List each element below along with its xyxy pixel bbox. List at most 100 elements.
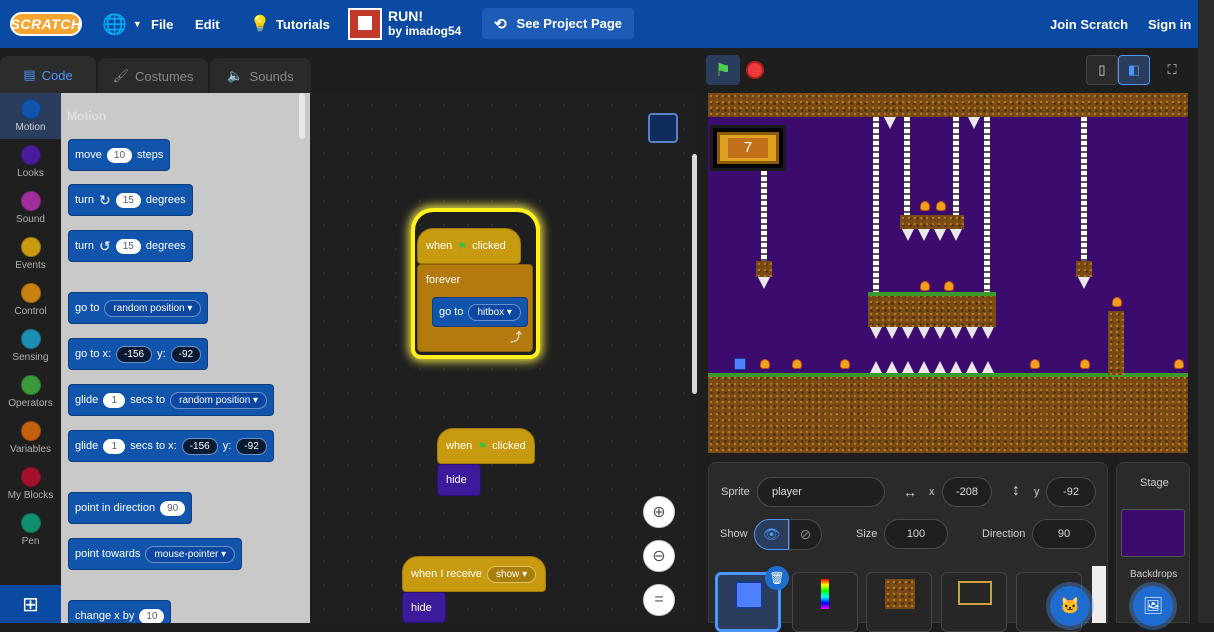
sign-in-link[interactable]: Sign in bbox=[1148, 0, 1191, 48]
normal-stage-button[interactable]: ◧ bbox=[1118, 55, 1150, 85]
show-hidden-button[interactable]: ⊘ bbox=[789, 519, 822, 550]
category-motion[interactable]: Motion bbox=[0, 93, 61, 139]
x-input[interactable]: -156 bbox=[116, 345, 153, 363]
choose-backdrop-button[interactable]: 🖼 bbox=[1133, 586, 1173, 626]
change-x-input[interactable]: 10 bbox=[139, 608, 165, 623]
tutorials-button[interactable]: 💡 Tutorials bbox=[250, 0, 330, 48]
speaker-icon: 🔈 bbox=[227, 68, 244, 83]
go-to-dropdown[interactable]: hitbox ▾ bbox=[468, 303, 521, 321]
stage-thumbnail[interactable] bbox=[1121, 509, 1185, 557]
language-menu[interactable]: 🌐 ▼ bbox=[102, 0, 142, 48]
add-extension-button[interactable]: ⊞ bbox=[0, 585, 61, 623]
tutorials-label: Tutorials bbox=[275, 16, 330, 32]
block-text: degrees bbox=[145, 240, 186, 252]
category-my-blocks[interactable]: My Blocks bbox=[0, 461, 61, 507]
extension-icon: ⊞ bbox=[22, 593, 39, 616]
spike bbox=[982, 361, 994, 373]
page-scrollbar[interactable] bbox=[1198, 0, 1214, 623]
secs-input[interactable]: 1 bbox=[103, 438, 126, 454]
point-direction-block[interactable]: point in direction 90 bbox=[68, 492, 193, 524]
category-events[interactable]: Events bbox=[0, 231, 61, 277]
sprite-name-field[interactable]: player bbox=[757, 477, 885, 507]
when-flag-clicked-hat[interactable]: when ⚑ clicked bbox=[417, 228, 521, 264]
go-to-hitbox-block[interactable]: go to hitbox ▾ bbox=[432, 297, 528, 327]
spike bbox=[934, 229, 946, 241]
zoom-in-button[interactable]: ⊕ bbox=[643, 496, 675, 528]
change-x-block[interactable]: change x by 10 bbox=[68, 600, 172, 623]
y-input[interactable]: -92 bbox=[236, 437, 267, 455]
dropdown-value: hitbox bbox=[477, 306, 505, 318]
hide-block[interactable]: hide bbox=[437, 464, 481, 496]
when-flag-clicked-hat[interactable]: when ⚑ clicked bbox=[437, 428, 535, 464]
go-to-xy-block[interactable]: go to x: -156 y: -92 bbox=[68, 338, 209, 370]
degrees-input[interactable]: 15 bbox=[115, 192, 141, 208]
point-towards-block[interactable]: point towards mouse-pointer ▾ bbox=[68, 538, 243, 570]
category-control[interactable]: Control bbox=[0, 277, 61, 323]
category-pen[interactable]: Pen bbox=[0, 507, 61, 553]
direction-input[interactable]: 90 bbox=[160, 500, 186, 516]
palette-scrollbar[interactable] bbox=[299, 93, 305, 139]
block-text: go to x: bbox=[75, 348, 112, 360]
size-field[interactable]: 100 bbox=[884, 519, 948, 549]
join-scratch-link[interactable]: Join Scratch bbox=[1050, 0, 1128, 48]
sprite-tile[interactable] bbox=[866, 572, 932, 632]
x-input[interactable]: -156 bbox=[181, 437, 218, 455]
hide-block[interactable]: hide bbox=[402, 592, 446, 623]
tab-sounds[interactable]: 🔈 Sounds bbox=[210, 58, 311, 94]
tab-costumes[interactable]: 🖌 Costumes bbox=[98, 58, 208, 94]
go-to-block[interactable]: go to random position ▾ bbox=[68, 292, 209, 324]
chain bbox=[904, 117, 910, 217]
glide-random-block[interactable]: glide 1 secs to random position ▾ bbox=[68, 384, 275, 416]
block-text: clicked bbox=[492, 440, 526, 452]
spike bbox=[758, 277, 770, 289]
secs-input[interactable]: 1 bbox=[103, 392, 126, 408]
code-workspace[interactable] bbox=[312, 93, 698, 623]
stop-button[interactable] bbox=[746, 61, 764, 79]
fullscreen-button[interactable]: ⛶ bbox=[1156, 55, 1188, 85]
go-to-dropdown[interactable]: random position ▾ bbox=[104, 299, 202, 317]
choose-sprite-button[interactable]: 🐱 bbox=[1050, 586, 1090, 626]
show-visible-button[interactable]: 👁 bbox=[754, 519, 789, 550]
delete-sprite-button[interactable]: 🗑 bbox=[765, 566, 789, 590]
y-field[interactable]: -92 bbox=[1046, 477, 1096, 507]
block-text: forever bbox=[426, 274, 461, 286]
small-stage-button[interactable]: ▯ bbox=[1086, 55, 1118, 85]
x-field[interactable]: -208 bbox=[942, 477, 992, 507]
green-flag-button[interactable]: ⚑ bbox=[706, 55, 740, 85]
lightbulb-icon: 💡 bbox=[250, 16, 270, 33]
zoom-out-button[interactable]: ⊖ bbox=[643, 540, 675, 572]
category-sensing[interactable]: Sensing bbox=[0, 323, 61, 369]
degrees-input[interactable]: 15 bbox=[115, 238, 141, 254]
sprite-tile[interactable] bbox=[941, 572, 1007, 632]
steps-input[interactable]: 10 bbox=[106, 147, 133, 163]
workspace-scrollbar[interactable] bbox=[692, 154, 697, 394]
file-menu[interactable]: File bbox=[151, 0, 173, 48]
when-i-receive-hat[interactable]: when I receive show ▾ bbox=[402, 556, 546, 592]
move-steps-block[interactable]: move 10 steps bbox=[68, 139, 171, 171]
y-input[interactable]: -92 bbox=[170, 345, 202, 363]
edit-menu[interactable]: Edit bbox=[195, 0, 220, 48]
category-operators[interactable]: Operators bbox=[0, 369, 61, 415]
category-looks[interactable]: Looks bbox=[0, 139, 61, 185]
message-dropdown[interactable]: show ▾ bbox=[486, 565, 537, 583]
tab-code[interactable]: ▤ Code bbox=[0, 56, 96, 94]
category-variables[interactable]: Variables bbox=[0, 415, 61, 461]
zoom-reset-button[interactable]: = bbox=[643, 584, 675, 616]
towards-dropdown[interactable]: mouse-pointer ▾ bbox=[145, 545, 236, 563]
see-project-page-button[interactable]: ⟲ See Project Page bbox=[482, 8, 634, 39]
glide-xy-block[interactable]: glide 1 secs to x: -156 y: -92 bbox=[68, 430, 274, 462]
stage-canvas[interactable]: 7 bbox=[708, 93, 1188, 453]
category-sound[interactable]: Sound bbox=[0, 185, 61, 231]
dropdown-value: random position bbox=[113, 302, 185, 314]
sprite-list-scrollbar[interactable] bbox=[1092, 566, 1106, 623]
block-text: move bbox=[75, 149, 102, 161]
sprite-tile[interactable] bbox=[792, 572, 858, 632]
direction-field[interactable]: 90 bbox=[1032, 519, 1096, 549]
turn-right-block[interactable]: turn ↻ 15 degrees bbox=[68, 184, 193, 216]
category-menu: Motion Looks Sound Events Control Sensing Oper… bbox=[0, 93, 61, 585]
glide-dropdown[interactable]: random position ▾ bbox=[170, 391, 268, 409]
fullscreen-icon: ⛶ bbox=[1167, 62, 1177, 77]
chevron-down-icon: ▼ bbox=[132, 19, 142, 29]
turn-left-block[interactable]: turn ↺ 15 degrees bbox=[68, 230, 193, 262]
scratch-logo[interactable]: SCRATCH bbox=[10, 12, 82, 36]
